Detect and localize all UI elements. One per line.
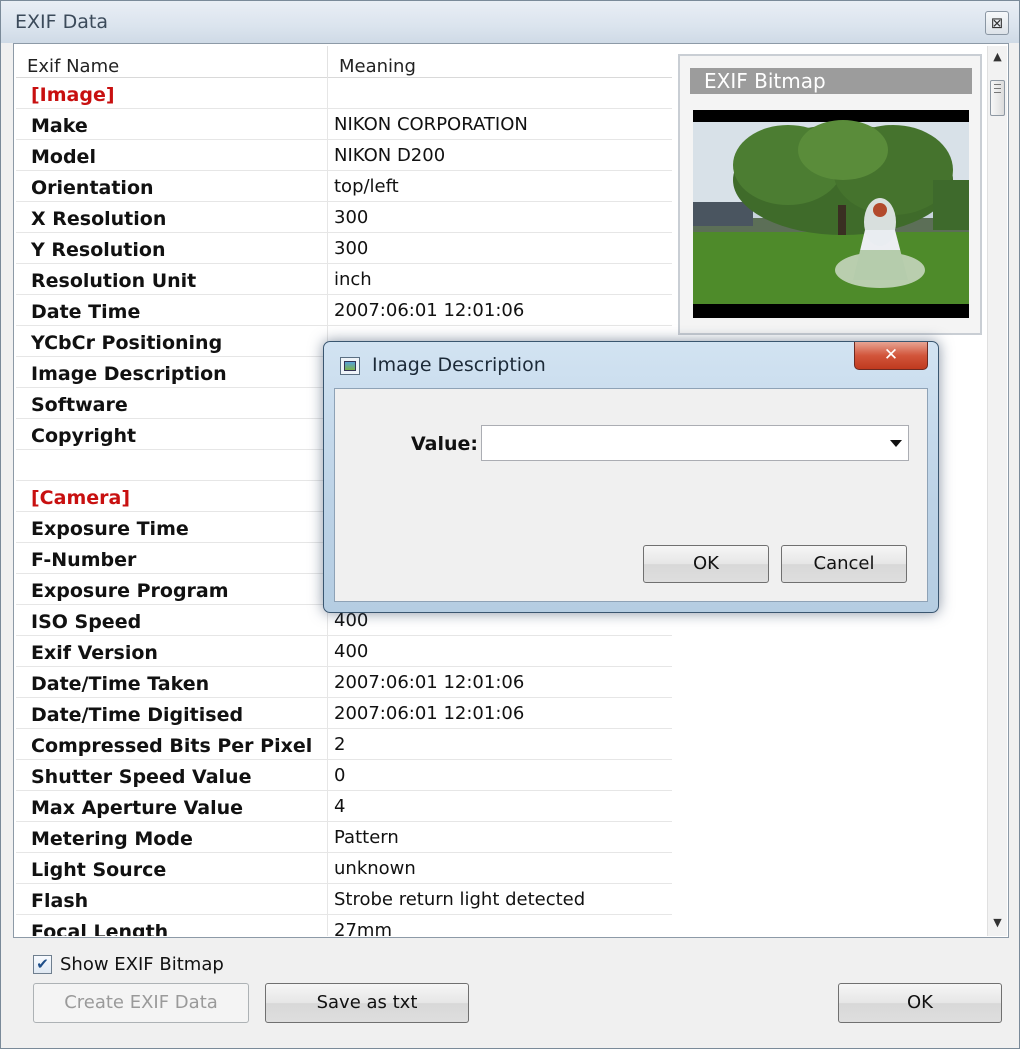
meaning-cell[interactable]: Pattern (328, 822, 672, 852)
scroll-thumb[interactable] (990, 80, 1005, 116)
meaning-cell[interactable]: 2 (328, 729, 672, 759)
title-bar: EXIF Data ⊠ (1, 1, 1019, 43)
table-row[interactable]: Date/Time Taken 2007:06:01 12:01:06 (16, 667, 672, 698)
exif-name-cell[interactable]: Shutter Speed Value (16, 760, 328, 790)
meaning-cell[interactable]: Strobe return light detected (328, 884, 672, 914)
vertical-scrollbar[interactable]: ▲ ▼ (987, 46, 1007, 936)
dialog-close-button[interactable]: ✕ (854, 342, 928, 370)
table-row[interactable]: Shutter Speed Value 0 (16, 760, 672, 791)
table-row[interactable]: Model NIKON D200 (16, 140, 672, 171)
section-header[interactable]: [Image] (16, 78, 328, 108)
table-row[interactable]: Make NIKON CORPORATION (16, 109, 672, 140)
value-combobox[interactable] (481, 425, 909, 461)
exif-data-window: EXIF Data ⊠ Exif Name Meaning [Image] Mak… (0, 0, 1020, 1049)
meaning-cell[interactable]: 2007:06:01 12:01:06 (328, 698, 672, 728)
meaning-cell[interactable] (328, 78, 672, 108)
exif-name-cell[interactable]: Make (16, 109, 328, 139)
exif-name-cell[interactable] (16, 450, 328, 480)
exif-bitmap-image (693, 110, 969, 318)
grid-header: Exif Name Meaning (16, 46, 672, 78)
table-row[interactable]: Date/Time Digitised 2007:06:01 12:01:06 (16, 698, 672, 729)
show-bitmap-label[interactable]: Show EXIF Bitmap (60, 954, 224, 975)
meaning-cell[interactable]: NIKON D200 (328, 140, 672, 170)
save-as-txt-button[interactable]: Save as txt (265, 983, 469, 1023)
table-row[interactable]: Date Time 2007:06:01 12:01:06 (16, 295, 672, 326)
table-row[interactable]: Resolution Unit inch (16, 264, 672, 295)
meaning-cell[interactable]: unknown (328, 853, 672, 883)
window-title: EXIF Data (15, 11, 108, 33)
meaning-cell[interactable]: 400 (328, 636, 672, 666)
exif-name-cell[interactable]: YCbCr Positioning (16, 326, 328, 356)
meaning-cell[interactable]: 4 (328, 791, 672, 821)
exif-name-cell[interactable]: F-Number (16, 543, 328, 573)
create-exif-data-button[interactable]: Create EXIF Data (33, 983, 249, 1023)
table-row[interactable]: Orientation top/left (16, 171, 672, 202)
exif-name-cell[interactable]: Orientation (16, 171, 328, 201)
table-row[interactable]: Max Aperture Value 4 (16, 791, 672, 822)
exif-bitmap-panel: EXIF Bitmap (678, 54, 982, 335)
table-row[interactable]: X Resolution 300 (16, 202, 672, 233)
dialog-title: Image Description (372, 354, 546, 376)
column-header-exif-name[interactable]: Exif Name (16, 46, 328, 78)
exif-name-cell[interactable]: Exposure Time (16, 512, 328, 542)
exif-name-cell[interactable]: Model (16, 140, 328, 170)
exif-name-cell[interactable]: Exposure Program (16, 574, 328, 604)
exif-name-cell[interactable]: Resolution Unit (16, 264, 328, 294)
show-bitmap-checkbox[interactable]: ✔ (33, 954, 52, 974)
column-header-meaning[interactable]: Meaning (328, 46, 672, 78)
table-row[interactable]: Focal Length 27mm (16, 915, 672, 936)
dialog-app-icon (340, 357, 360, 375)
exif-name-cell[interactable]: Date/Time Taken (16, 667, 328, 697)
exif-name-cell[interactable]: Y Resolution (16, 233, 328, 263)
value-label: Value: (411, 433, 479, 455)
table-row[interactable]: Exif Version 400 (16, 636, 672, 667)
show-bitmap-row[interactable]: ✔ Show EXIF Bitmap (33, 952, 224, 976)
photo-thumbnail (693, 110, 969, 318)
exif-name-cell[interactable]: Max Aperture Value (16, 791, 328, 821)
window-close-button[interactable]: ⊠ (985, 11, 1009, 35)
table-row[interactable]: [Image] (16, 78, 672, 109)
meaning-cell[interactable]: 300 (328, 202, 672, 232)
meaning-cell[interactable]: 27mm (328, 915, 672, 936)
scroll-down-arrow-icon[interactable]: ▼ (988, 914, 1007, 932)
scroll-up-arrow-icon[interactable]: ▲ (988, 48, 1007, 66)
exif-name-cell[interactable]: Image Description (16, 357, 328, 387)
exif-name-cell[interactable]: Copyright (16, 419, 328, 449)
dialog-cancel-button[interactable]: Cancel (781, 545, 907, 583)
meaning-cell[interactable]: 2007:06:01 12:01:06 (328, 667, 672, 697)
exif-bitmap-title: EXIF Bitmap (690, 68, 972, 94)
exif-name-cell[interactable]: Compressed Bits Per Pixel (16, 729, 328, 759)
table-row[interactable]: Compressed Bits Per Pixel 2 (16, 729, 672, 760)
exif-name-cell[interactable]: Focal Length (16, 915, 328, 936)
meaning-cell[interactable]: NIKON CORPORATION (328, 109, 672, 139)
image-description-dialog: Image Description ✕ Value: OK Cancel (323, 341, 939, 613)
exif-name-cell[interactable]: X Resolution (16, 202, 328, 232)
table-row[interactable]: Y Resolution 300 (16, 233, 672, 264)
meaning-cell[interactable]: 0 (328, 760, 672, 790)
meaning-cell[interactable]: inch (328, 264, 672, 294)
dialog-ok-button[interactable]: OK (643, 545, 769, 583)
exif-name-cell[interactable]: Flash (16, 884, 328, 914)
exif-name-cell[interactable]: Light Source (16, 853, 328, 883)
ok-button[interactable]: OK (838, 983, 1002, 1023)
table-row[interactable]: Flash Strobe return light detected (16, 884, 672, 915)
exif-name-cell[interactable]: Metering Mode (16, 822, 328, 852)
table-row[interactable]: Light Source unknown (16, 853, 672, 884)
exif-name-cell[interactable]: Software (16, 388, 328, 418)
meaning-cell[interactable]: top/left (328, 171, 672, 201)
meaning-cell[interactable]: 2007:06:01 12:01:06 (328, 295, 672, 325)
exif-name-cell[interactable]: Date/Time Digitised (16, 698, 328, 728)
exif-name-cell[interactable]: Exif Version (16, 636, 328, 666)
section-header[interactable]: [Camera] (16, 481, 328, 511)
meaning-cell[interactable]: 300 (328, 233, 672, 263)
dropdown-arrow-icon[interactable] (890, 440, 902, 447)
dialog-body: Value: OK Cancel (334, 388, 928, 602)
table-row[interactable]: Metering Mode Pattern (16, 822, 672, 853)
exif-name-cell[interactable]: ISO Speed (16, 605, 328, 635)
exif-name-cell[interactable]: Date Time (16, 295, 328, 325)
